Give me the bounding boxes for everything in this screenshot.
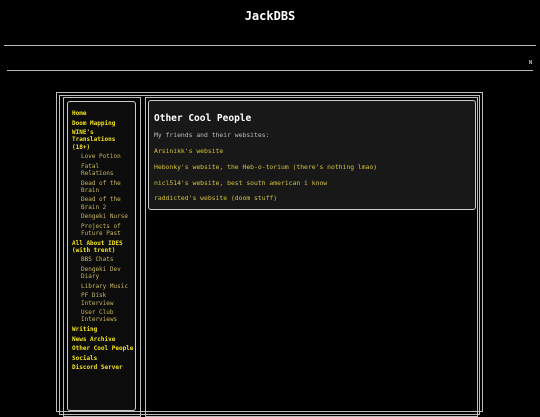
corner-mark: N <box>529 60 533 66</box>
nav-sublink[interactable]: BBS Chats <box>81 256 135 263</box>
nav-link[interactable]: Discord Server <box>72 364 135 371</box>
nav-sublink[interactable]: Dengeki Nurse <box>81 213 135 220</box>
nav-link[interactable]: Home <box>72 110 135 117</box>
friend-website-link[interactable]: nicl514's website, best south american i… <box>154 179 475 187</box>
nav-sublink[interactable]: Projects of Future Past <box>81 223 135 237</box>
nav-link[interactable]: Socials <box>72 355 135 362</box>
nav-link[interactable]: Other Cool People <box>72 345 135 352</box>
nav-sublink[interactable]: Library Music <box>81 283 135 290</box>
friend-website-link[interactable]: raddicted's website (doom stuff) <box>154 194 475 202</box>
nav-sublink[interactable]: PF Disk Interview <box>81 292 135 306</box>
friend-website-link[interactable]: Arsinikk's website <box>154 147 475 155</box>
sidebar-nav: Home Doom Mapping WINE's Translations (18+… <box>67 101 136 411</box>
site-title: JackDBS <box>244 9 296 23</box>
nav-sublink[interactable]: Dead of the Brain <box>81 180 135 194</box>
page-title: Other Cool People <box>154 113 252 124</box>
nav-link[interactable]: WINE's Translations (18+) <box>72 129 135 151</box>
nav-sublink[interactable]: User Club Interviews <box>81 309 135 323</box>
friend-website-link[interactable]: Hebonky's website, the Heb-o-torium (the… <box>154 163 475 171</box>
intro-text: My friends and their websites: <box>154 131 270 139</box>
content-panel: Other Cool People My friends and their w… <box>148 100 476 210</box>
nav-link[interactable]: All About IDES (with trent) <box>72 240 135 254</box>
header-divider-bottom <box>7 70 533 71</box>
nav-sublink[interactable]: Love Potion <box>81 153 135 160</box>
nav-link[interactable]: Writing <box>72 326 135 333</box>
header-divider-top <box>4 45 536 46</box>
nav-link[interactable]: News Archive <box>72 336 135 343</box>
nav-sublink[interactable]: Dengeki Dev Diary <box>81 266 135 280</box>
nav-sublink[interactable]: Dead of the Brain 2 <box>81 196 135 210</box>
friends-link-list: Arsinikk's website Hebonky's website, the… <box>154 147 475 202</box>
nav-sublink[interactable]: Fatal Relations <box>81 163 135 177</box>
nav-link[interactable]: Doom Mapping <box>72 120 135 127</box>
